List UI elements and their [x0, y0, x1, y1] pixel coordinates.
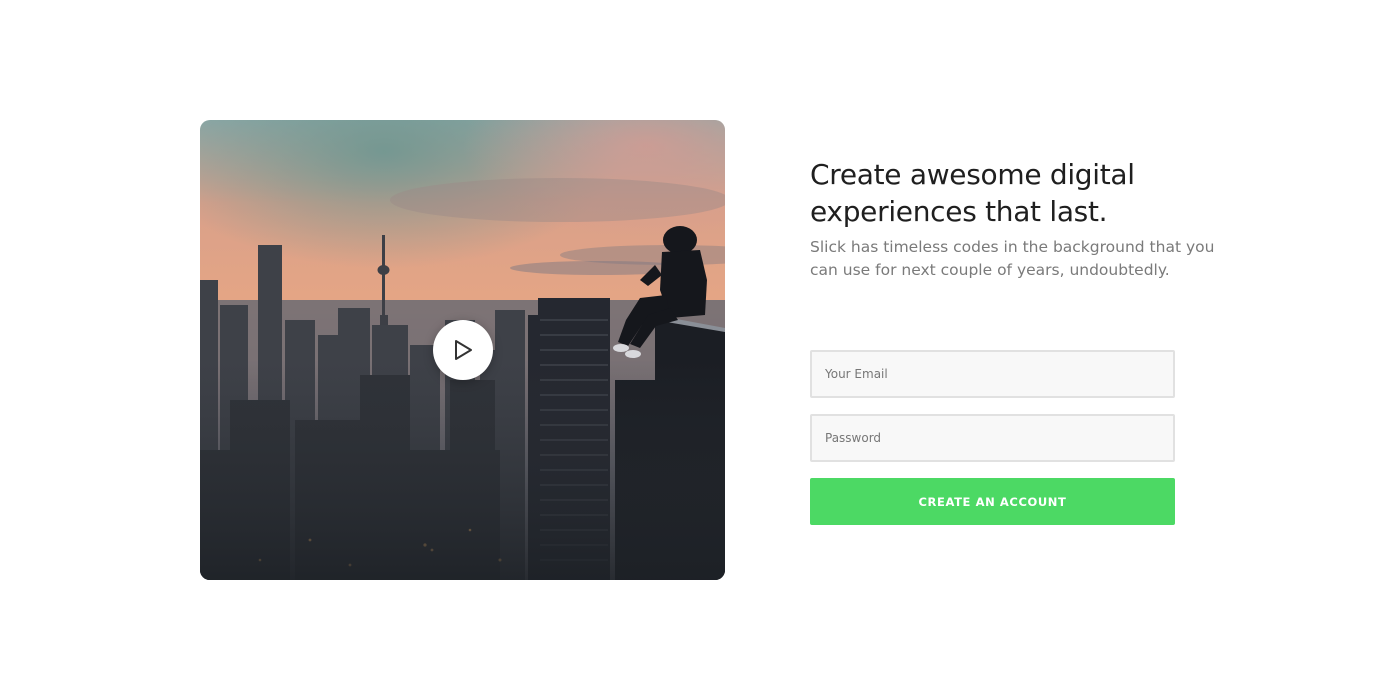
- play-icon: [455, 340, 472, 360]
- email-field[interactable]: [810, 350, 1175, 398]
- create-account-button[interactable]: CREATE AN ACCOUNT: [810, 478, 1175, 525]
- hero-content: Create awesome digital experiences that …: [810, 156, 1230, 282]
- signup-form: CREATE AN ACCOUNT: [810, 350, 1175, 525]
- password-field[interactable]: [810, 414, 1175, 462]
- play-button[interactable]: [433, 320, 493, 380]
- hero-description: Slick has timeless codes in the backgrou…: [810, 238, 1215, 279]
- video-thumbnail[interactable]: [200, 120, 725, 580]
- page-title: Create awesome digital experiences that …: [810, 158, 1135, 228]
